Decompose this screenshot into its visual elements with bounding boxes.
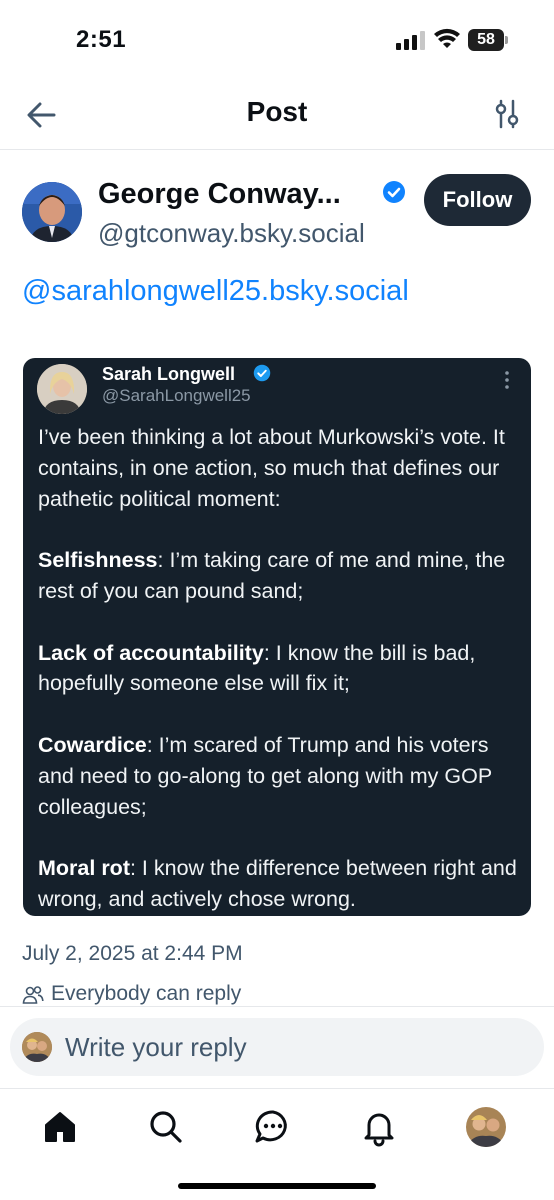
post-author: George Conway... @gtconway.bsky.social F…	[0, 170, 554, 250]
bell-icon	[364, 1113, 394, 1147]
reply-input[interactable]: Write your reply	[10, 1018, 544, 1076]
battery-level: 58	[468, 29, 504, 51]
chat-icon	[255, 1110, 287, 1143]
wifi-icon	[434, 28, 460, 48]
reply-placeholder: Write your reply	[65, 1032, 247, 1062]
sliders-icon[interactable]	[492, 98, 522, 130]
people-icon	[22, 986, 44, 1004]
quoted-author-name: Sarah Longwell	[102, 364, 236, 384]
bottom-tab-bar	[0, 1088, 554, 1200]
post-timestamp: July 2, 2025 at 2:44 PM	[22, 942, 243, 965]
home-indicator	[178, 1183, 376, 1189]
more-vertical-icon	[505, 371, 509, 389]
status-bar: 2:51 58	[0, 0, 554, 80]
author-display-name[interactable]: George Conway...	[98, 178, 341, 211]
reply-composer: Write your reply	[0, 1006, 554, 1088]
verified-badge-icon	[383, 181, 405, 203]
quoted-author-handle: @SarahLongwell25	[102, 386, 251, 405]
quoted-post-image[interactable]: Sarah Longwell @SarahLongwell25 I’ve bee…	[23, 358, 531, 916]
cellular-signal-icon	[396, 31, 425, 50]
tab-notifications[interactable]	[359, 1107, 399, 1147]
quoted-paragraph: Selfishness: I’m taking care of me and m…	[38, 548, 506, 603]
tab-home[interactable]	[40, 1107, 80, 1147]
search-icon	[150, 1111, 182, 1143]
tab-profile[interactable]	[466, 1107, 506, 1147]
quoted-paragraph: Lack of accountability: I know the bill …	[38, 640, 476, 696]
reply-permission-text: Everybody can reply	[51, 982, 242, 1005]
page-title: Post	[246, 96, 308, 127]
follow-button[interactable]: Follow	[424, 174, 531, 226]
quoted-paragraph: Moral rot: I know the difference between…	[38, 856, 517, 911]
author-handle[interactable]: @gtconway.bsky.social	[98, 218, 365, 249]
status-time: 2:51	[76, 26, 127, 53]
nav-header: Post	[0, 80, 554, 150]
current-user-avatar	[22, 1032, 52, 1062]
tab-search[interactable]	[146, 1107, 186, 1147]
battery-icon: 58	[468, 29, 508, 51]
quoted-author-avatar	[37, 364, 87, 414]
tab-chat[interactable]	[253, 1107, 293, 1147]
home-icon	[45, 1112, 75, 1142]
quoted-paragraph: I’ve been thinking a lot about Murkowski…	[38, 425, 505, 511]
quoted-verified-badge-icon	[253, 364, 271, 382]
avatar	[466, 1107, 506, 1147]
quoted-post-text: I’ve been thinking a lot about Murkowski…	[38, 422, 524, 916]
quoted-paragraph: Cowardice: I’m scared of Trump and his v…	[38, 732, 492, 819]
author-avatar[interactable]	[22, 182, 82, 242]
post-mention-link[interactable]: @sarahlongwell25.bsky.social	[22, 275, 409, 308]
